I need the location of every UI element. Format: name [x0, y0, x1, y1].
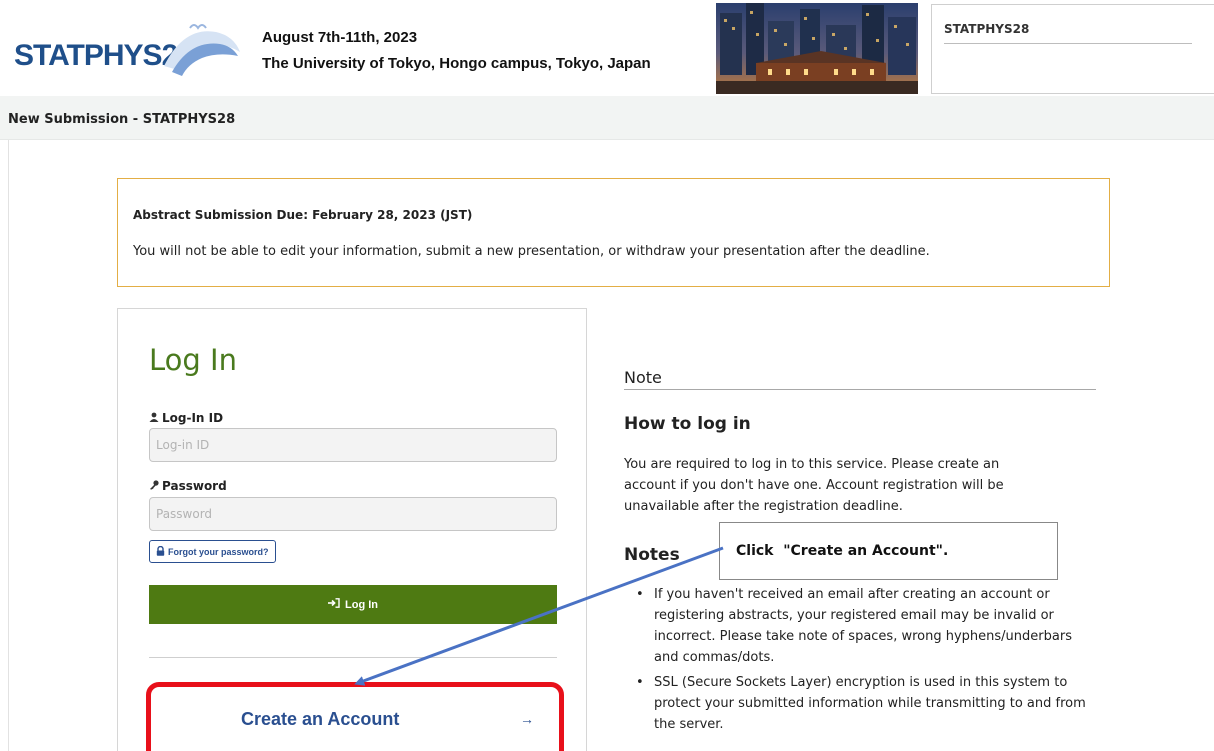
lock-icon: [156, 545, 165, 558]
key-icon: [149, 480, 159, 493]
arrow-right-icon: →: [520, 711, 534, 727]
login-divider: [149, 657, 557, 658]
create-account-button[interactable]: Create an Account →: [156, 689, 554, 749]
callout-text: Click "Create an Account".: [736, 543, 949, 559]
user-icon: [149, 412, 159, 425]
notes-list-item: SSL (Secure Sockets Layer) encryption is…: [628, 672, 1090, 735]
login-id-label-text: Log-In ID: [162, 411, 224, 425]
site-header: STATPHYS28 August 7th-11th, 2023 The Uni…: [0, 0, 1214, 96]
login-panel: Log In Log-In ID Password Forgot your pa…: [117, 308, 587, 751]
statphys-logo[interactable]: STATPHYS28: [14, 18, 244, 80]
page-title: New Submission - STATPHYS28: [8, 112, 236, 127]
log-in-button[interactable]: Log In: [149, 585, 557, 624]
note-divider: [624, 389, 1096, 390]
notes-list-item: If you haven't received an email after c…: [628, 584, 1090, 668]
deadline-body: You will not be able to edit your inform…: [133, 244, 930, 259]
forgot-password-label: Forgot your password?: [168, 546, 269, 557]
notes-heading: Notes: [624, 545, 680, 565]
deadline-notice: Abstract Submission Due: February 28, 20…: [117, 178, 1110, 287]
instruction-callout: Click "Create an Account".: [719, 522, 1058, 580]
login-heading: Log In: [149, 343, 237, 377]
site-name: STATPHYS28: [944, 22, 1030, 36]
create-account-label: Create an Account: [241, 708, 400, 729]
logo-wave-icon: [164, 24, 240, 76]
event-dates: August 7th-11th, 2023: [262, 29, 418, 46]
tokyo-night-photo: [716, 3, 918, 94]
forgot-password-button[interactable]: Forgot your password?: [149, 540, 276, 563]
login-id-input[interactable]: [149, 428, 557, 462]
password-label-text: Password: [162, 479, 227, 493]
password-input[interactable]: [149, 497, 557, 531]
notes-list: If you haven't received an email after c…: [628, 584, 1090, 739]
how-to-login-body: You are required to log in to this servi…: [624, 457, 1004, 514]
sign-in-icon: [328, 598, 340, 611]
deadline-title: Abstract Submission Due: February 28, 20…: [133, 208, 473, 222]
site-name-divider: [944, 43, 1192, 44]
log-in-label: Log In: [345, 598, 378, 611]
password-label: Password: [149, 479, 227, 493]
login-id-label: Log-In ID: [149, 411, 223, 425]
note-heading: Note: [624, 368, 662, 387]
page-title-bar: New Submission - STATPHYS28: [0, 96, 1214, 140]
event-venue: The University of Tokyo, Hongo campus, T…: [262, 55, 651, 72]
how-to-login-heading: How to log in: [624, 414, 751, 434]
site-name-box: STATPHYS28: [931, 4, 1214, 94]
content-left-border: [8, 140, 9, 751]
event-info: August 7th-11th, 2023 The University of …: [262, 25, 651, 77]
